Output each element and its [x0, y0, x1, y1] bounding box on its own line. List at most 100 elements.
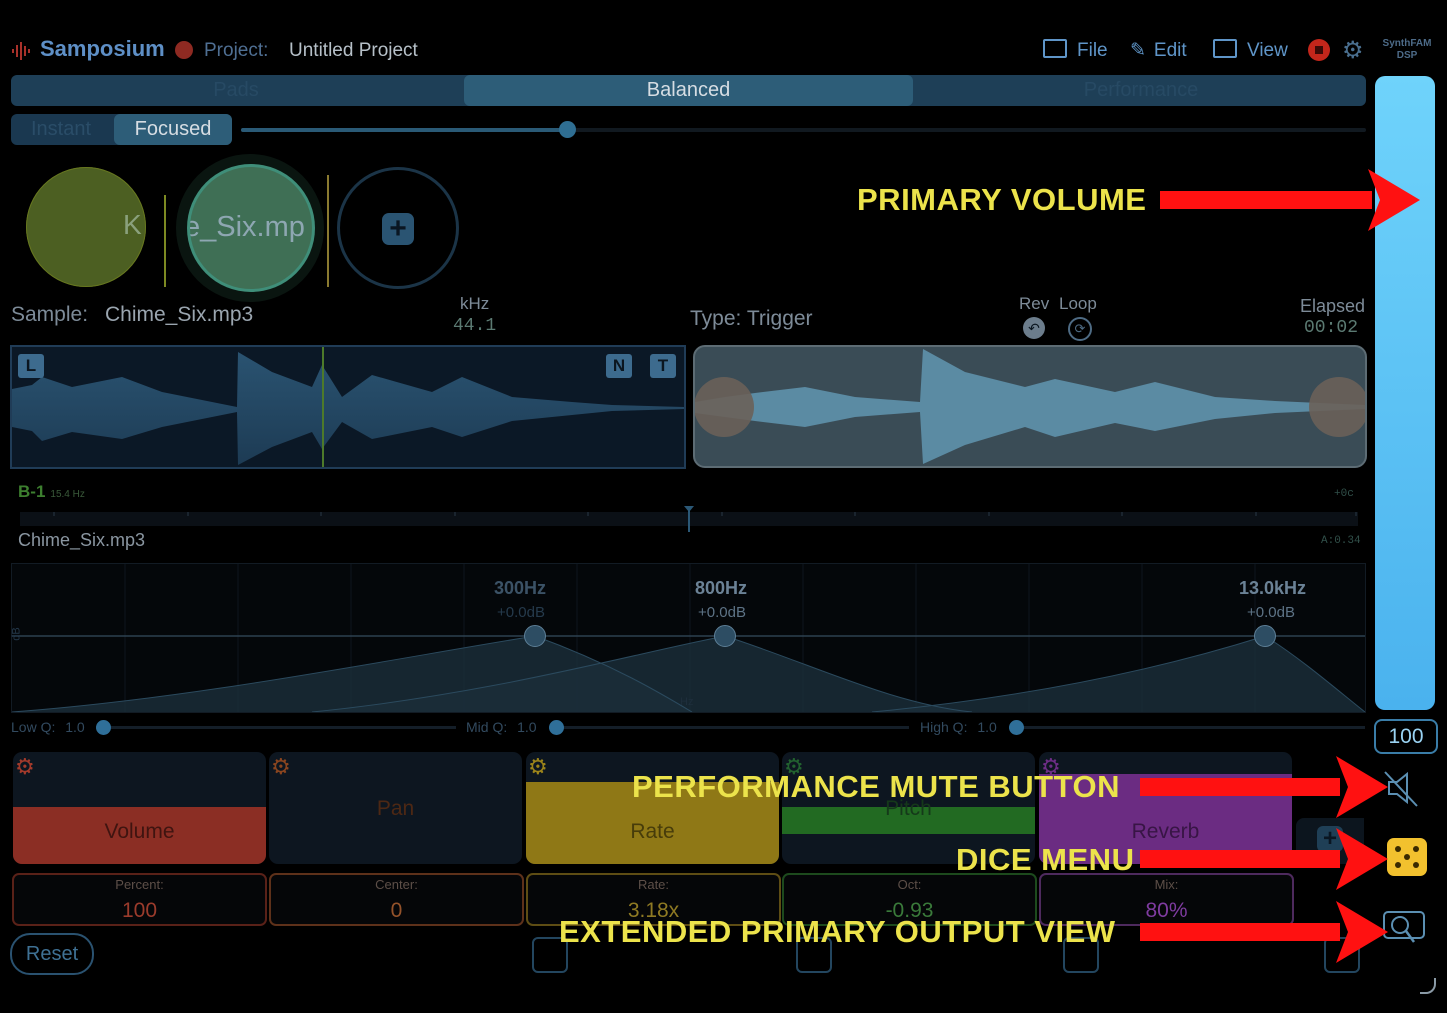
edit-menu[interactable]: ✎ Edit	[1130, 39, 1187, 62]
eq-band-mid-gain: +0.0dB	[698, 604, 746, 621]
pad-1[interactable]: K	[26, 167, 146, 287]
low-q-label: Low Q: 1.0	[11, 719, 85, 735]
pan-value: 0	[390, 899, 403, 922]
trim-start-handle[interactable]	[695, 377, 754, 437]
loop-label: Loop	[1059, 294, 1097, 313]
file-menu[interactable]: File	[1043, 39, 1108, 62]
eq-band-mid-knob[interactable]	[714, 625, 736, 647]
pan-control[interactable]: ⚙ Pan	[269, 752, 522, 864]
pad-scroll-knob[interactable]	[559, 121, 576, 138]
pan-settings-icon[interactable]: ⚙	[271, 754, 291, 780]
tuner-note: B-1 15.4 Hz	[18, 482, 85, 501]
volume-label: Volume	[104, 820, 175, 843]
pad-label: e_Six.mp	[190, 211, 305, 243]
annotation-arrow-mute	[1140, 756, 1388, 818]
brand-label: SynthFAM DSP	[1382, 38, 1432, 61]
volume-value-box[interactable]: Percent: 100	[12, 873, 267, 926]
dice-menu-button[interactable]	[1387, 838, 1427, 876]
annotation-mute: PERFORMANCE MUTE BUTTON	[632, 769, 1120, 804]
view-menu[interactable]: View	[1213, 39, 1288, 62]
rate-label: Rate	[630, 820, 675, 843]
trigger-mode-control: Instant Focused	[11, 114, 232, 145]
project-name[interactable]: Untitled Project	[289, 40, 418, 62]
mid-q-knob[interactable]	[549, 720, 564, 735]
left-marker-badge[interactable]: L	[18, 354, 44, 378]
type-label: Type: Trigger	[690, 307, 813, 330]
record-button[interactable]	[1308, 39, 1330, 61]
khz-value: 44.1	[453, 316, 497, 336]
plus-icon: +	[382, 213, 414, 245]
elapsed-label: Elapsed	[1300, 296, 1366, 316]
eq-band-low-freq: 300Hz	[494, 578, 547, 598]
layout-segmented-control: Pads Balanced Performance	[11, 75, 1366, 106]
reverse-icon: ↶	[1028, 320, 1040, 336]
annotation-dice: DICE MENU	[956, 842, 1135, 877]
project-label: Project:	[204, 40, 269, 61]
reverse-button[interactable]: ↶	[1023, 317, 1045, 339]
trim-end-handle[interactable]	[1309, 377, 1365, 437]
khz-label: kHz	[460, 294, 490, 313]
trim-waveform[interactable]	[693, 345, 1367, 468]
tab-balanced[interactable]: Balanced	[464, 75, 913, 106]
pad-scroll-fill	[241, 128, 567, 132]
folder-icon	[1043, 39, 1067, 58]
volume-settings-icon[interactable]: ⚙	[15, 754, 35, 780]
tab-performance[interactable]: Performance	[916, 75, 1366, 106]
eq-band-low-gain: +0.0dB	[497, 604, 545, 621]
volume-control[interactable]: ⚙ Volume	[13, 752, 266, 864]
dice-icon	[1387, 838, 1427, 876]
eq-graph[interactable]: dB Hz 300Hz +0.0dB 800Hz +0.0dB 13.0kHz …	[11, 563, 1366, 713]
mode-focused[interactable]: Focused	[114, 114, 232, 145]
low-q-knob[interactable]	[96, 720, 111, 735]
pad-2[interactable]: e_Six.mp	[190, 167, 312, 289]
trim-waveform-graphic	[695, 349, 1365, 464]
reset-button[interactable]: Reset	[10, 933, 94, 975]
normalize-badge[interactable]: N	[606, 354, 632, 378]
eq-axis-db: dB	[10, 627, 23, 641]
pan-value-box[interactable]: Center: 0	[269, 873, 524, 926]
sample-label: Sample:	[11, 303, 89, 326]
loop-button[interactable]: ⟳	[1068, 317, 1092, 341]
trim-badge[interactable]: T	[650, 354, 676, 378]
eq-curve	[12, 564, 1365, 712]
stop-icon	[1315, 46, 1323, 54]
loop-icon: ⟳	[1074, 321, 1086, 336]
pan-caption: Center:	[375, 877, 418, 892]
add-pad-button[interactable]: +	[337, 167, 459, 289]
pad-label: K	[123, 209, 142, 240]
primary-volume-value[interactable]: 100	[1374, 719, 1438, 754]
tuner-cents: +0c	[1334, 488, 1354, 500]
annotation-arrow-volume	[1160, 169, 1420, 231]
low-q-slider[interactable]	[96, 720, 456, 735]
tuner-amp: A:0.34	[1321, 535, 1361, 547]
gear-icon[interactable]: ⚙	[1342, 36, 1364, 65]
sample-waveform[interactable]: L N T	[10, 345, 686, 469]
rev-label: Rev	[1019, 294, 1050, 313]
annotation-arrow-extended	[1140, 901, 1388, 963]
eq-band-high-knob[interactable]	[1254, 625, 1276, 647]
app-name: Samposium	[40, 36, 165, 61]
playhead[interactable]	[322, 347, 324, 467]
annotation-arrow-dice	[1140, 828, 1388, 890]
record-indicator-icon	[175, 41, 193, 59]
volume-caption: Percent:	[115, 877, 164, 892]
eq-band-mid-freq: 800Hz	[695, 578, 748, 598]
mid-q-slider[interactable]	[549, 720, 909, 735]
pitch-caption: Oct:	[897, 877, 922, 892]
tuner-file: Chime_Six.mp3	[18, 530, 146, 550]
pad-2-level-meter	[327, 175, 329, 287]
high-q-slider[interactable]	[1009, 720, 1365, 735]
eq-band-low-knob[interactable]	[524, 625, 546, 647]
resize-handle-icon[interactable]	[1420, 978, 1436, 994]
app-logo-icon	[12, 42, 32, 65]
mode-instant[interactable]: Instant	[11, 114, 111, 145]
pencil-icon: ✎	[1130, 40, 1146, 61]
tuner-needle-tip	[684, 506, 694, 512]
high-q-knob[interactable]	[1009, 720, 1024, 735]
pan-label: Pan	[376, 797, 415, 820]
tab-pads[interactable]: Pads	[11, 75, 461, 106]
mid-q-label: Mid Q: 1.0	[466, 719, 537, 735]
pad-scroll-slider[interactable]	[241, 121, 1366, 138]
rate-settings-icon[interactable]: ⚙	[528, 754, 548, 780]
tuner-needle	[688, 510, 690, 532]
